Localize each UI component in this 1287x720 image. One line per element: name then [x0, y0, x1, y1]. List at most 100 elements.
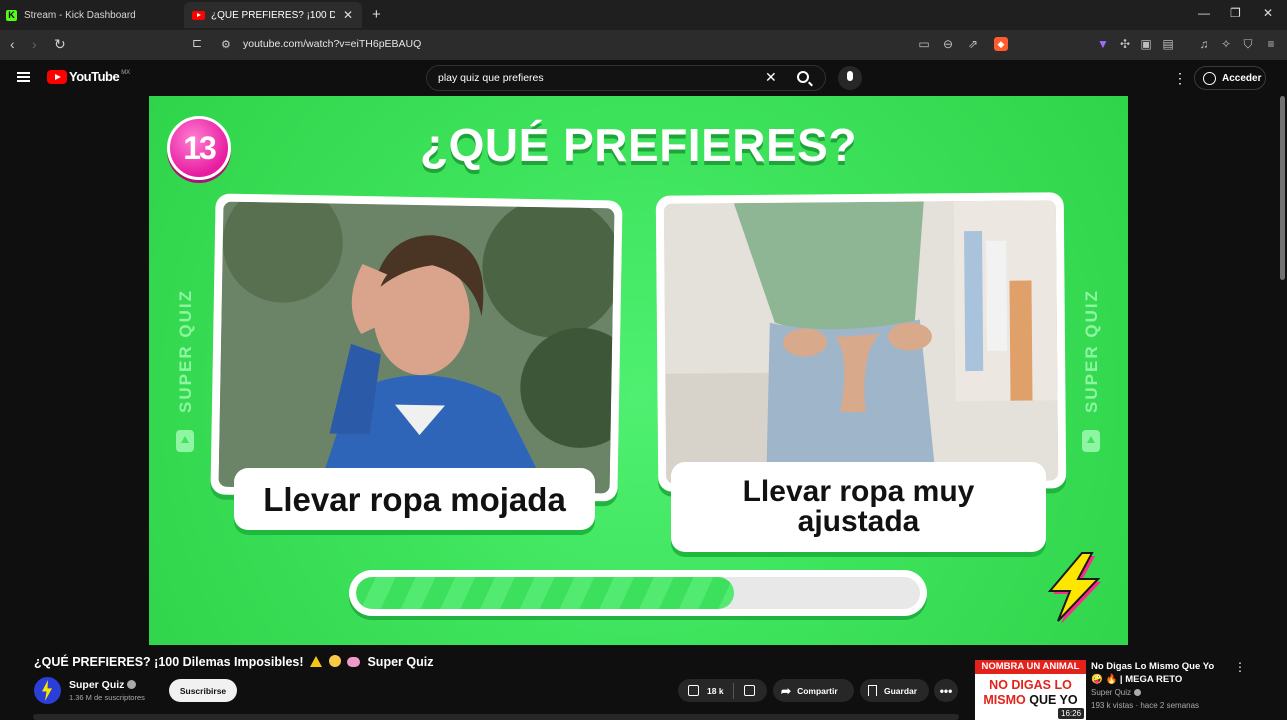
thumbnail-line2-black: QUE YO: [1029, 693, 1078, 707]
sign-in-button[interactable]: Acceder: [1194, 66, 1266, 90]
more-actions-button[interactable]: •••: [934, 679, 958, 702]
search-box[interactable]: play quiz que prefieres ✕: [426, 65, 826, 91]
reload-icon[interactable]: ↻: [54, 36, 66, 53]
thumbnail-line2-red: MISMO: [983, 693, 1026, 707]
scream-emoji-icon: [328, 655, 341, 667]
timer-progress-track: [356, 577, 920, 609]
leo-ai-icon[interactable]: ✧: [1219, 37, 1233, 51]
music-icon[interactable]: ♫: [1197, 37, 1211, 51]
tab-youtube-video[interactable]: ¿QUÉ PREFIERES? ¡100 Dilemas I ✕: [184, 2, 362, 28]
thumbs-down-icon[interactable]: [743, 685, 755, 696]
guide-menu-icon[interactable]: [17, 72, 30, 74]
side-brand-text: SUPER QUIZ: [1082, 289, 1101, 413]
video-title: ¿QUÉ PREFIERES? ¡100 Dilemas Imposibles!…: [34, 655, 433, 669]
share-page-icon[interactable]: ⇗: [966, 37, 980, 51]
save-button[interactable]: Guardar: [860, 679, 929, 702]
browser-toolbar: ‹ › ↻ ⊏ ⚙ youtube.com/watch?v=eiTH6pEBAU…: [0, 30, 1287, 60]
screenshot-icon[interactable]: ▣: [1139, 37, 1153, 51]
video-player[interactable]: 13 ¿QUÉ PREFIERES? SUPER QUIZ SUPER QUIZ: [149, 96, 1128, 645]
option-right-photo: [663, 200, 1059, 484]
user-account-icon: [1203, 71, 1216, 85]
recommendation-menu-icon[interactable]: ⋮: [1234, 660, 1246, 674]
option-right-label: Llevar ropa muy ajustada: [671, 462, 1046, 552]
recommended-channel-row[interactable]: Super Quiz: [1091, 688, 1142, 697]
channel-name-row[interactable]: Super Quiz: [69, 679, 137, 691]
channel-name[interactable]: Super Quiz: [69, 679, 124, 691]
youtube-logo[interactable]: YouTube MX: [47, 69, 130, 84]
thumbnail-caption: NO DIGAS LO MISMO QUE YO: [975, 678, 1086, 708]
bookmark-icon[interactable]: ⊏: [192, 36, 202, 50]
video-title-text: ¿QUÉ PREFIERES? ¡100 Dilemas Imposibles!: [34, 655, 304, 669]
thumbnail-line1: NO DIGAS LO: [989, 678, 1072, 692]
zoom-icon[interactable]: ⊖: [941, 37, 955, 51]
browser-tab-strip: K Stream - Kick Dashboard ¿QUÉ PREFIERES…: [0, 0, 1287, 30]
page-scrollbar-thumb[interactable]: [1280, 96, 1285, 280]
brain-emoji-icon: [346, 657, 360, 667]
recommended-video-title[interactable]: No Digas Lo Mismo Que Yo 🤪 🔥 | MEGA RETO: [1091, 660, 1223, 686]
youtube-header: YouTube MX play quiz que prefieres ✕ ⋮ A…: [0, 60, 1287, 96]
settings-kebab-icon[interactable]: ⋮: [1173, 70, 1187, 87]
like-count[interactable]: 18 k: [707, 686, 724, 696]
up-arrow-icon: [176, 430, 194, 452]
cast-icon[interactable]: ▭: [917, 37, 931, 51]
subscribe-button[interactable]: Suscribirse: [169, 679, 237, 702]
extensions-puzzle-icon[interactable]: ✣: [1118, 37, 1132, 51]
back-arrow-icon[interactable]: ‹: [10, 36, 15, 52]
side-brand-text: SUPER QUIZ: [176, 289, 195, 413]
save-bookmark-icon: [868, 685, 877, 696]
recommended-channel-name[interactable]: Super Quiz: [1091, 688, 1131, 697]
clear-search-icon[interactable]: ✕: [765, 69, 777, 86]
youtube-favicon-icon: [192, 10, 205, 20]
thumbs-up-icon[interactable]: [688, 685, 699, 696]
timer-progress-bar: [349, 570, 927, 616]
site-info-icon[interactable]: ⚙: [221, 38, 231, 51]
save-label: Guardar: [884, 685, 918, 696]
wallet-icon[interactable]: ⛉: [1241, 37, 1255, 51]
lightning-bolt-icon: [1047, 552, 1101, 623]
browser-menu-icon[interactable]: ≡: [1264, 37, 1278, 51]
voice-search-mic-icon[interactable]: [838, 66, 862, 90]
country-code: MX: [121, 69, 131, 76]
sidebar-icon[interactable]: ▤: [1161, 37, 1175, 51]
tab-title: Stream - Kick Dashboard: [24, 9, 136, 21]
option-left-label: Llevar ropa mojada: [234, 468, 595, 530]
video-frame-heading: ¿QUÉ PREFIERES?: [420, 119, 857, 171]
verified-badge-icon: [127, 680, 137, 689]
tight-clothes-illustration: [663, 200, 1059, 484]
wet-person-illustration: [218, 201, 615, 494]
share-button[interactable]: ➦ Compartir: [773, 679, 854, 702]
timer-progress-fill: [356, 577, 734, 609]
warning-emoji-icon: [310, 656, 323, 667]
forward-arrow-icon[interactable]: ›: [32, 36, 37, 52]
up-arrow-icon: [1082, 430, 1100, 452]
option-left-card: [210, 193, 623, 502]
youtube-play-logo-icon: [47, 69, 67, 84]
like-divider: [732, 682, 734, 699]
like-dislike-segment: 18 k: [678, 679, 767, 702]
restore-window-icon[interactable]: ❐: [1230, 6, 1241, 20]
description-box-edge: [33, 714, 959, 720]
verified-badge-icon: [1134, 689, 1142, 696]
thumbnail-banner: NOMBRA UN ANIMAL: [975, 660, 1086, 674]
search-icon[interactable]: [797, 71, 809, 83]
search-input[interactable]: play quiz que prefieres: [438, 72, 544, 84]
tab-close-icon[interactable]: ✕: [343, 8, 353, 22]
close-window-icon[interactable]: ✕: [1263, 6, 1273, 20]
recommended-video-meta: 193 k vistas · hace 2 semanas: [1091, 701, 1200, 710]
vpn-extension-icon[interactable]: ▼: [1096, 37, 1110, 51]
brave-shield-icon[interactable]: ◆: [994, 37, 1008, 51]
side-brand-left: SUPER QUIZ: [171, 286, 201, 416]
more-dots-icon: •••: [939, 683, 953, 698]
video-title-suffix: Super Quiz: [367, 655, 434, 669]
youtube-logo-word: YouTube: [69, 69, 120, 84]
share-arrow-icon: ➦: [781, 683, 792, 698]
channel-avatar[interactable]: [34, 677, 61, 704]
tab-title: ¿QUÉ PREFIERES? ¡100 Dilemas I: [211, 9, 335, 21]
tab-kick-dashboard[interactable]: K Stream - Kick Dashboard: [6, 2, 176, 28]
new-tab-plus-icon[interactable]: +: [372, 6, 381, 23]
minimize-window-icon[interactable]: —: [1198, 6, 1210, 20]
share-label: Compartir: [797, 685, 838, 696]
option-left-photo: [218, 201, 615, 494]
subscriber-count: 1.36 M de suscriptores: [69, 693, 145, 702]
address-bar-url[interactable]: youtube.com/watch?v=eiTH6pEBAUQ: [243, 38, 421, 50]
